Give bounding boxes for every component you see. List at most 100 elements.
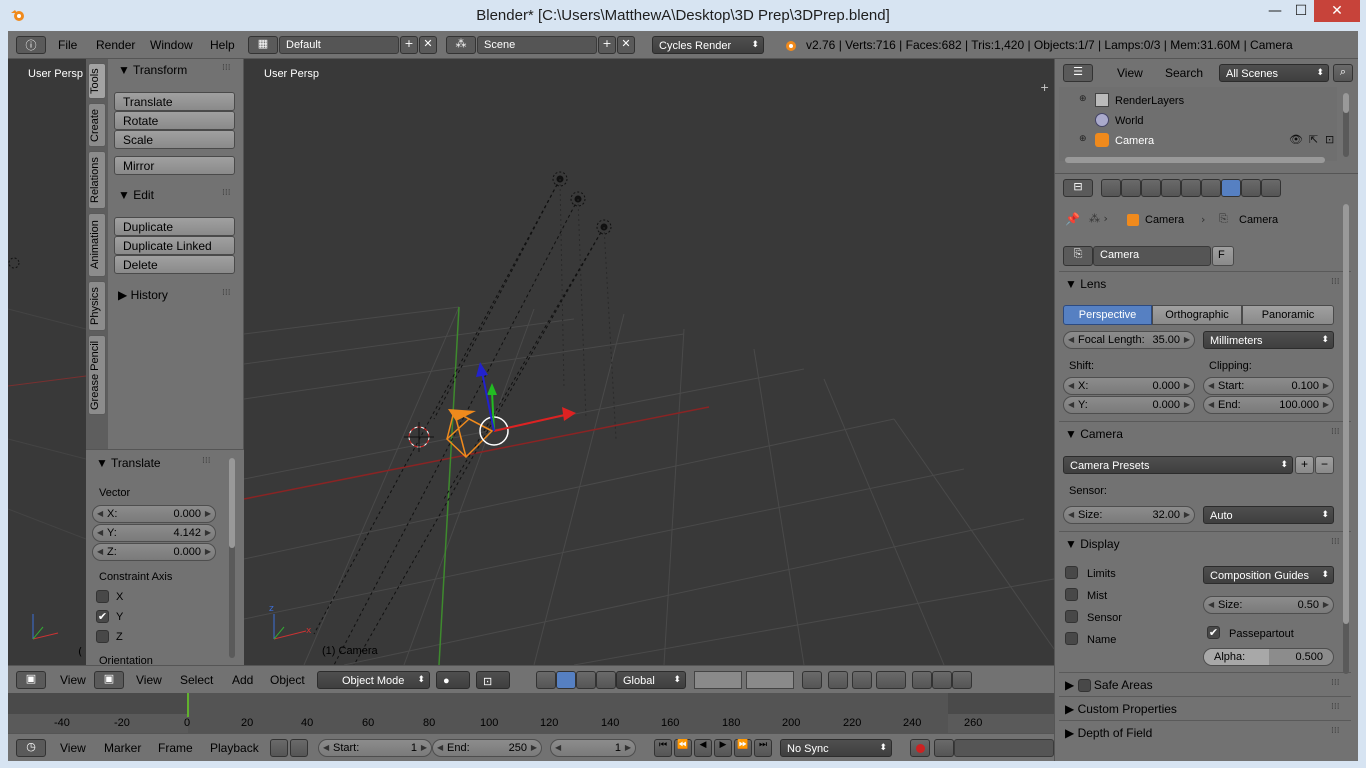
lens-panel-header[interactable]: ▼ Lens: [1065, 277, 1106, 291]
eye-icon[interactable]: 👁: [1289, 133, 1303, 146]
snap-element-icon[interactable]: [876, 671, 906, 689]
editor-type-icon[interactable]: ▣: [94, 671, 124, 689]
play-reverse-icon[interactable]: ◀: [694, 739, 712, 757]
world-tab-icon[interactable]: [1161, 179, 1181, 197]
close-button[interactable]: ✕: [1314, 0, 1360, 22]
constraint-x-checkbox[interactable]: [96, 590, 109, 603]
info-editor-icon[interactable]: ⓘ: [16, 36, 46, 54]
object-mode-dropdown[interactable]: Object Mode ⬍: [317, 671, 430, 689]
display-panel-header[interactable]: ▼ Display: [1065, 537, 1120, 551]
edit-panel-header[interactable]: ▼ Edit: [118, 188, 154, 202]
remove-scene-icon[interactable]: ✕: [617, 36, 635, 54]
fake-user-button[interactable]: F: [1212, 246, 1234, 266]
maximize-button[interactable]: ☐: [1288, 0, 1314, 22]
current-frame-line[interactable]: [187, 693, 189, 717]
expand-icon[interactable]: ⊕: [1079, 134, 1087, 144]
vector-x-field[interactable]: ◀ X: 0.000 ▶: [92, 505, 216, 523]
outliner-scrollbar[interactable]: [1343, 93, 1349, 157]
timeline-menu-view[interactable]: View: [60, 741, 86, 755]
preview-range-icon[interactable]: [270, 739, 288, 757]
menu-view[interactable]: View: [136, 673, 162, 687]
render-engine-dropdown[interactable]: Cycles Render ⬍: [652, 36, 764, 54]
properties-scrollbar[interactable]: [1343, 204, 1349, 674]
outliner-row[interactable]: World: [1059, 111, 1337, 131]
jump-end-icon[interactable]: ⏭: [754, 739, 772, 757]
outliner-row[interactable]: ⊕ Camera 👁 ⇱ ⊡: [1059, 131, 1337, 151]
shading-dropdown[interactable]: ●: [436, 671, 470, 689]
minimize-button[interactable]: —: [1262, 0, 1288, 22]
pivot-dropdown[interactable]: ⊡: [476, 671, 510, 689]
constraints-tab-icon[interactable]: [1201, 179, 1221, 197]
outliner-menu-search[interactable]: Search: [1165, 66, 1203, 80]
safe-areas-checkbox[interactable]: [1077, 679, 1091, 693]
record-icon[interactable]: [910, 739, 930, 757]
transform-orientation-dropdown[interactable]: Global ⬍: [616, 671, 686, 689]
tab-grease-pencil[interactable]: Grease Pencil: [88, 335, 106, 415]
name-checkbox[interactable]: [1065, 632, 1078, 645]
remove-screen-icon[interactable]: ✕: [419, 36, 437, 54]
main-viewport[interactable]: User Persp z x (1) Camera +: [244, 59, 1054, 665]
alpha-slider[interactable]: Alpha: 0.500: [1203, 648, 1334, 666]
timeline-menu-frame[interactable]: Frame: [158, 741, 193, 755]
layer-buttons[interactable]: [694, 671, 742, 689]
outliner-menu-view[interactable]: View: [1117, 66, 1143, 80]
operator-scrollbar[interactable]: [229, 458, 235, 658]
lens-orthographic-button[interactable]: Orthographic: [1152, 305, 1242, 325]
menu-render[interactable]: Render: [96, 38, 135, 52]
vector-z-field[interactable]: ◀ Z: 0.000 ▶: [92, 543, 216, 561]
datablock-browse-icon[interactable]: ⎘: [1063, 246, 1093, 266]
mist-checkbox[interactable]: [1065, 588, 1078, 601]
left-editor-type-icon[interactable]: ▣: [16, 671, 46, 689]
vector-y-field[interactable]: ◀ Y: 4.142 ▶: [92, 524, 216, 542]
jump-keyframe-forward-icon[interactable]: ⏩: [734, 739, 752, 757]
lens-unit-dropdown[interactable]: Millimeters ⬍: [1203, 331, 1334, 349]
tab-relations[interactable]: Relations: [88, 151, 106, 209]
screen-layout-field[interactable]: Default: [279, 36, 399, 54]
render-preview-icon[interactable]: [912, 671, 932, 689]
menu-object[interactable]: Object: [270, 673, 305, 687]
translate-manipulator-icon[interactable]: [556, 671, 576, 689]
timeline-menu-playback[interactable]: Playback: [210, 741, 259, 755]
layer-buttons-2[interactable]: [746, 671, 794, 689]
add-preset-button[interactable]: +: [1295, 456, 1314, 474]
scale-manipulator-icon[interactable]: [596, 671, 616, 689]
transform-panel-header[interactable]: ▼ Transform: [118, 63, 187, 77]
outliner-editor-icon[interactable]: ☰: [1063, 64, 1093, 82]
jump-keyframe-back-icon[interactable]: ⏪: [674, 739, 692, 757]
screen-layout-icon[interactable]: ▦: [248, 36, 278, 54]
object-tab-icon[interactable]: [1181, 179, 1201, 197]
pin-icon[interactable]: 📌: [1065, 212, 1080, 226]
start-frame-field[interactable]: ◀ Start: 1 ▶: [318, 739, 432, 757]
scene-tab-icon[interactable]: [1141, 179, 1161, 197]
sensor-fit-dropdown[interactable]: Auto ⬍: [1203, 506, 1334, 524]
outliner-filter-dropdown[interactable]: All Scenes ⬍: [1219, 64, 1329, 82]
sensor-size-field[interactable]: ◀ Size: 32.00 ▶: [1063, 506, 1195, 524]
opengl-anim-icon[interactable]: [952, 671, 972, 689]
history-panel-header[interactable]: ▶ History: [118, 288, 168, 302]
remove-preset-button[interactable]: −: [1315, 456, 1334, 474]
proportional-edit-icon[interactable]: [828, 671, 848, 689]
constraint-y-checkbox[interactable]: ✔: [96, 610, 109, 623]
focal-length-field[interactable]: ◀ Focal Length: 35.00 ▶: [1063, 331, 1195, 349]
viewport-add-icon[interactable]: +: [1040, 81, 1049, 94]
scene-field[interactable]: Scene: [477, 36, 597, 54]
tab-animation[interactable]: Animation: [88, 213, 106, 277]
timeline-editor-icon[interactable]: ◷: [16, 739, 46, 757]
tab-physics[interactable]: Physics: [88, 281, 106, 331]
delete-button[interactable]: Delete: [114, 255, 235, 274]
cursor-select-icon[interactable]: ⇱: [1309, 133, 1318, 146]
lens-panoramic-button[interactable]: Panoramic: [1242, 305, 1334, 325]
texture-tab-icon[interactable]: [1241, 179, 1261, 197]
limits-checkbox[interactable]: [1065, 566, 1078, 579]
menu-file[interactable]: File: [58, 38, 77, 52]
shift-y-field[interactable]: ◀ Y: 0.000 ▶: [1063, 396, 1195, 414]
opengl-render-icon[interactable]: [932, 671, 952, 689]
scale-button[interactable]: Scale: [114, 130, 235, 149]
end-frame-field[interactable]: ◀ End: 250 ▶: [432, 739, 542, 757]
scene-icon[interactable]: ⁂: [446, 36, 476, 54]
lock-layers-icon[interactable]: [802, 671, 822, 689]
render-tab-icon[interactable]: [1101, 179, 1121, 197]
duplicate-button[interactable]: Duplicate: [114, 217, 235, 236]
rotate-manipulator-icon[interactable]: [576, 671, 596, 689]
search-icon[interactable]: ⌕: [1333, 64, 1353, 82]
